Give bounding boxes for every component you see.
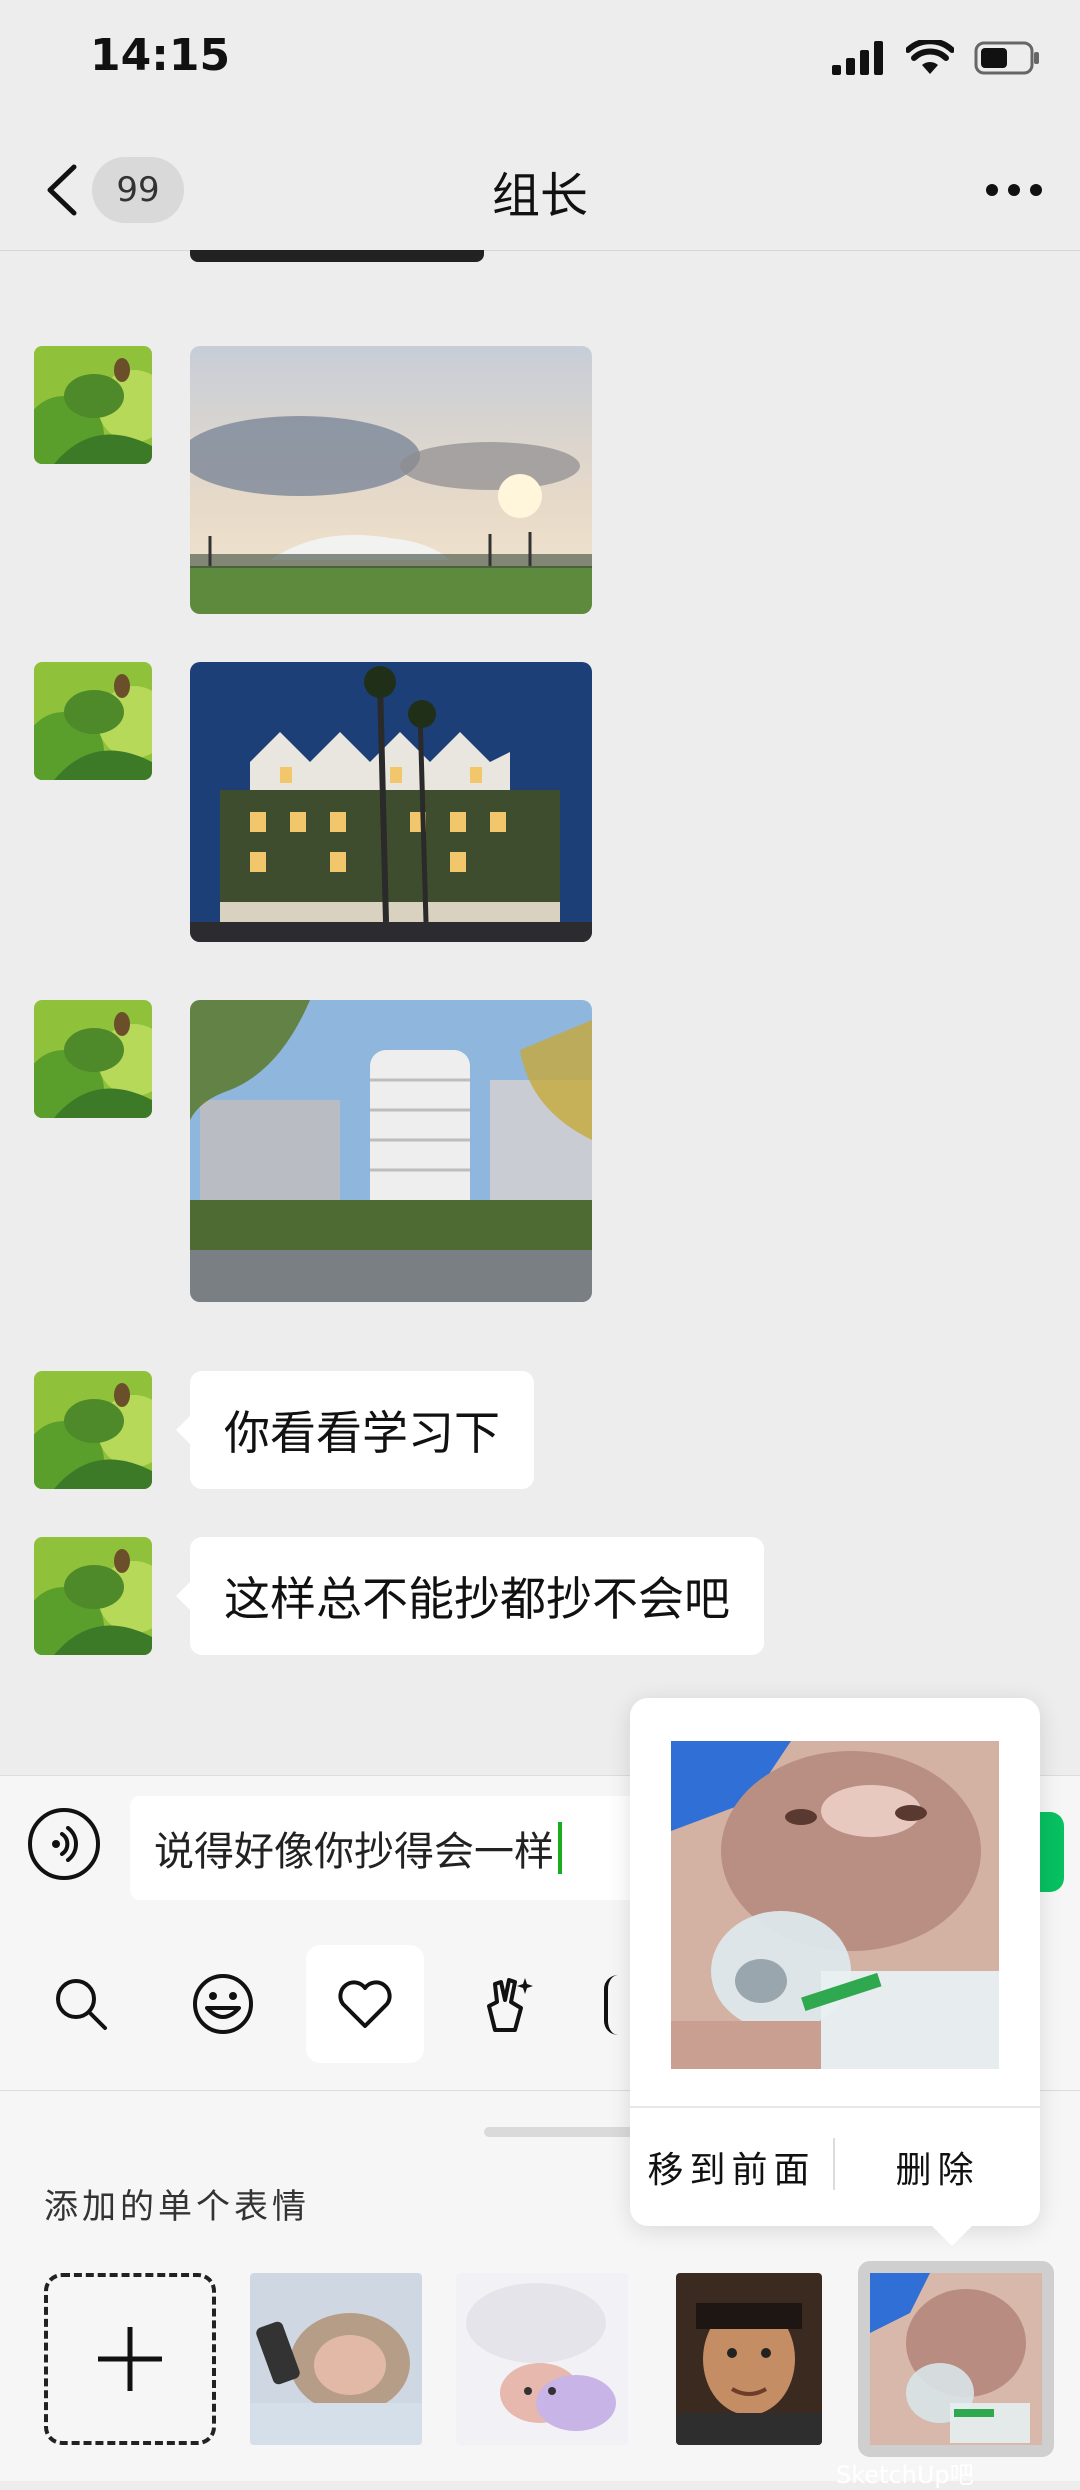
delete-button[interactable]: 删除 [835,2108,1040,2226]
chat-header: 99 组长 [0,130,1080,251]
voice-button[interactable] [28,1808,100,1880]
move-to-front-button[interactable]: 移到前面 [630,2108,833,2226]
battery-icon [974,41,1039,75]
image-message[interactable] [190,1000,592,1302]
voice-icon [52,1826,78,1862]
watermark-text: SketchUp吧 [836,2461,974,2489]
sticker-preview [671,1741,999,2069]
search-icon [56,1979,107,2030]
popup-pointer [930,2224,974,2246]
tab-search[interactable] [22,1945,140,2063]
unread-count-badge[interactable]: 99 [92,157,184,223]
image-message[interactable] [190,662,592,942]
status-icons [832,40,1040,76]
signal-icon [832,41,883,75]
emoji-face-icon [193,1974,253,2034]
sticker-item[interactable] [676,2273,822,2445]
image-message[interactable] [190,346,592,614]
sticker-item[interactable] [456,2273,628,2445]
message-input-value: 说得好像你抄得会一样 [154,1829,554,1875]
avatar[interactable] [34,346,152,464]
avatar[interactable] [34,1000,152,1118]
plus-icon [98,2327,162,2391]
more-dots-icon[interactable] [984,178,1044,202]
text-message-bubble[interactable]: 这样总不能抄都抄不会吧 [176,1537,764,1655]
back-chevron-icon[interactable] [40,163,84,217]
previous-image-edge [190,250,484,262]
sticker-item-selected[interactable] [858,2261,1054,2457]
avatar[interactable] [34,1537,152,1655]
tab-favorites[interactable] [306,1945,424,2063]
sticker-item[interactable] [250,2273,422,2445]
send-button[interactable] [1038,1812,1064,1892]
status-bar: 14:15 [0,0,1080,130]
message-text: 你看看学习下 [224,1406,500,1460]
text-caret [558,1822,562,1874]
message-text: 这样总不能抄都抄不会吧 [224,1572,730,1626]
avatar[interactable] [34,662,152,780]
heart-icon [338,1980,392,2028]
wifi-icon [906,40,954,74]
chat-title: 组长 [491,168,588,224]
sticker-context-menu: 移到前面 删除 [630,1698,1040,2226]
avatar[interactable] [34,1371,152,1489]
hand-gesture-icon [487,1978,533,2032]
message-input[interactable]: 说得好像你抄得会一样 [130,1796,690,1900]
tab-emoji[interactable] [164,1945,282,2063]
tab-stickers[interactable] [448,1945,566,2063]
add-sticker-button[interactable] [44,2273,216,2445]
section-title: 添加的单个表情 [44,2187,310,2227]
panel-grabber[interactable] [484,2127,644,2137]
text-message-bubble[interactable]: 你看看学习下 [176,1371,534,1489]
status-time: 14:15 [90,30,231,81]
